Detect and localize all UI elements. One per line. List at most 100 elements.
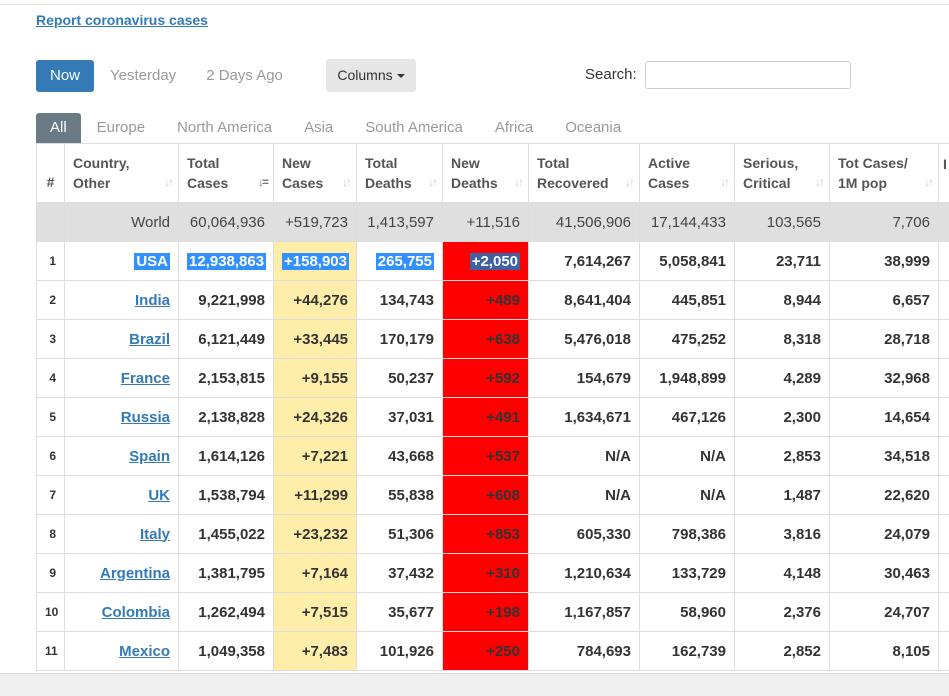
header-cut-off[interactable]: I [939, 144, 949, 203]
row-num: 9 [37, 554, 65, 593]
country-link[interactable]: Argentina [100, 565, 170, 582]
sort-arrows-icon: ↓↑ [428, 172, 436, 192]
columns-button[interactable]: Columns [326, 59, 416, 92]
country-link[interactable]: Brazil [129, 331, 170, 348]
world-total-cases: 60,064,936 [179, 203, 274, 242]
tot-per-1m-cell: 24,707 [830, 593, 939, 632]
header-serious-critical[interactable]: Serious,Critical↓↑ [735, 144, 830, 203]
selected-text: +2,050 [470, 253, 520, 270]
world-total-deaths: 1,413,597 [357, 203, 443, 242]
row-num: 5 [37, 398, 65, 437]
country-link[interactable]: India [135, 292, 170, 309]
world-new-cases: +519,723 [274, 203, 357, 242]
header-tot-cases-per-1m[interactable]: Tot Cases/1M pop↓↑ [830, 144, 939, 203]
total-deaths-cell: 37,031 [357, 398, 443, 437]
header-active-cases-line2: Cases [648, 175, 689, 191]
country-link[interactable]: Spain [129, 448, 170, 465]
header-total-recovered[interactable]: TotalRecovered↓↑ [529, 144, 640, 203]
tot-per-1m-cell: 8,105 [830, 632, 939, 671]
total-deaths-cell: 170,179 [357, 320, 443, 359]
row-num: 2 [37, 281, 65, 320]
total-recovered-cell: 605,330 [529, 515, 640, 554]
country-link[interactable]: Italy [140, 526, 170, 543]
sort-arrows-icon: ↓↑ [815, 172, 823, 192]
row-num: 10 [37, 593, 65, 632]
table-row: 8Italy1,455,022+23,23251,306+853605,3307… [37, 515, 949, 554]
cut-off-cell [939, 515, 949, 554]
day-tabs: Now Yesterday 2 Days Ago [36, 60, 299, 92]
new-deaths-cell: +2,050 [443, 242, 529, 281]
table-row: 11Mexico1,049,358+7,483101,926+250784,69… [37, 632, 949, 671]
row-num: 3 [37, 320, 65, 359]
active-cases-cell: 162,739 [640, 632, 735, 671]
header-num[interactable]: # [37, 144, 65, 203]
tab-south-america[interactable]: South America [349, 113, 479, 143]
serious-cell: 8,944 [735, 281, 830, 320]
total-recovered-cell: 1,634,671 [529, 398, 640, 437]
tab-europe[interactable]: Europe [81, 113, 161, 143]
header-new-cases-line2: Cases [282, 175, 323, 191]
tab-yesterday[interactable]: Yesterday [96, 60, 190, 92]
country-cell: UK [65, 476, 179, 515]
country-link[interactable]: UK [148, 487, 170, 504]
serious-cell: 4,289 [735, 359, 830, 398]
total-deaths-cell: 35,677 [357, 593, 443, 632]
horizontal-scrollbar[interactable] [0, 673, 949, 696]
tab-asia[interactable]: Asia [288, 113, 349, 143]
header-new-deaths[interactable]: NewDeaths↓↑ [443, 144, 529, 203]
table-row: 7UK1,538,794+11,29955,838+608N/AN/A1,487… [37, 476, 949, 515]
cut-off-cell [939, 281, 949, 320]
header-active-cases[interactable]: ActiveCases↓↑ [640, 144, 735, 203]
row-num: 8 [37, 515, 65, 554]
country-link[interactable]: USA [134, 253, 170, 270]
tab-north-america[interactable]: North America [161, 113, 288, 143]
tab-2-days-ago[interactable]: 2 Days Ago [192, 60, 297, 92]
header-new-cases-line1: New [282, 155, 311, 171]
country-cell: USA [65, 242, 179, 281]
country-cell: Brazil [65, 320, 179, 359]
row-num: 6 [37, 437, 65, 476]
search-label: Search: [585, 66, 637, 83]
total-recovered-cell: 7,614,267 [529, 242, 640, 281]
header-cut-off-label: I [943, 156, 947, 172]
total-deaths-cell: 43,668 [357, 437, 443, 476]
new-deaths-cell: +853 [443, 515, 529, 554]
tab-africa[interactable]: Africa [479, 113, 549, 143]
selected-text: 265,755 [376, 253, 434, 270]
sort-arrows-icon: ↓↑ [924, 172, 932, 192]
header-country-line2: Other [73, 175, 110, 191]
header-new-cases[interactable]: New Cases ↓↑ [274, 144, 357, 203]
new-deaths-cell: +198 [443, 593, 529, 632]
sort-arrows-icon: ↓↑ [342, 172, 350, 192]
top-divider [0, 4, 949, 5]
total-recovered-cell: 1,210,634 [529, 554, 640, 593]
header-total-recovered-line1: Total [537, 155, 569, 171]
cut-off-cell [939, 398, 949, 437]
new-deaths-cell: +489 [443, 281, 529, 320]
header-total-deaths[interactable]: TotalDeaths↓↑ [357, 144, 443, 203]
total-recovered-cell: N/A [529, 437, 640, 476]
table-row: 3Brazil6,121,449+33,445170,179+6385,476,… [37, 320, 949, 359]
country-link[interactable]: France [121, 370, 170, 387]
cut-off-cell [939, 632, 949, 671]
serious-cell: 23,711 [735, 242, 830, 281]
tab-now[interactable]: Now [36, 60, 94, 92]
country-cell: Russia [65, 398, 179, 437]
new-cases-cell: +11,299 [274, 476, 357, 515]
country-link[interactable]: Colombia [102, 604, 170, 621]
country-link[interactable]: Russia [121, 409, 170, 426]
report-cases-link[interactable]: Report coronavirus cases [36, 12, 208, 28]
table-row: 5Russia2,138,828+24,32637,031+4911,634,6… [37, 398, 949, 437]
total-recovered-cell: 154,679 [529, 359, 640, 398]
sort-desc-icon: ↓= [258, 172, 267, 192]
tab-oceania[interactable]: Oceania [549, 113, 637, 143]
total-recovered-cell: 8,641,404 [529, 281, 640, 320]
search-input[interactable] [645, 61, 851, 89]
active-cases-cell: N/A [640, 437, 735, 476]
tab-all[interactable]: All [36, 113, 81, 143]
table-row: 4France2,153,815+9,15550,237+592154,6791… [37, 359, 949, 398]
header-country[interactable]: Country,Other↓↑ [65, 144, 179, 203]
header-total-cases[interactable]: TotalCases↓= [179, 144, 274, 203]
country-link[interactable]: Mexico [119, 643, 170, 660]
caret-down-icon [397, 74, 405, 78]
